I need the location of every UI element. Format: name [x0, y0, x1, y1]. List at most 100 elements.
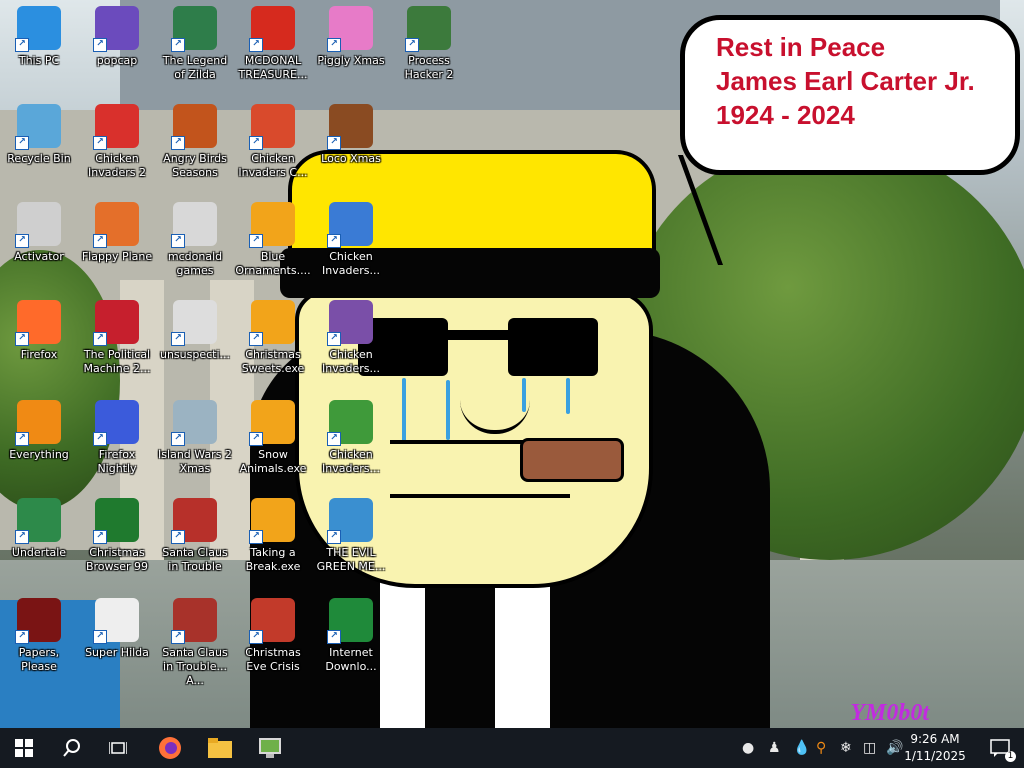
christmas-sweets-icon: ↗ — [249, 300, 295, 346]
desktop-icon-label: MCDONAL TREASURE... — [238, 54, 308, 81]
desktop-icon[interactable]: ↗ Blue Ornaments.... — [234, 202, 312, 278]
taskbar-firefox[interactable] — [148, 728, 192, 768]
shortcut-arrow-icon: ↗ — [327, 530, 341, 544]
shortcut-arrow-icon: ↗ — [249, 332, 263, 346]
shortcut-arrow-icon: ↗ — [171, 38, 185, 52]
desktop-icon[interactable]: ↗ Loco Xmas — [312, 104, 390, 166]
desktop-icon[interactable]: ↗ Recycle Bin — [0, 104, 78, 166]
bubble-line-3: 1924 - 2024 — [716, 100, 855, 130]
chicken-invaders-c-icon: ↗ — [249, 104, 295, 150]
desktop-icon[interactable]: ↗ unsuspecti... — [156, 300, 234, 362]
chicken-invaders-3-icon: ↗ — [327, 300, 373, 346]
search-icon — [63, 739, 80, 757]
this-pc-icon: ↗ — [15, 6, 61, 52]
desktop-icon[interactable]: ↗ Activator — [0, 202, 78, 264]
action-center-button[interactable]: 1 — [978, 728, 1022, 768]
desktop-icon[interactable]: ↗ Piggly Xmas — [312, 6, 390, 68]
tray-network-icon[interactable]: ◫ — [863, 740, 876, 756]
desktop-icon-label: popcap — [96, 54, 138, 67]
desktop-icon[interactable]: ↗ Taking a Break.exe — [234, 498, 312, 574]
desktop-icon[interactable]: ↗ Christmas Browser 99 — [78, 498, 156, 574]
desktop-icon[interactable]: ↗ Christmas Eve Crisis — [234, 598, 312, 674]
desktop-icon-label: Angry Birds Seasons — [163, 152, 227, 179]
desktop-icon-label: Loco Xmas — [321, 152, 381, 165]
desktop-icon-label: Blue Ornaments.... — [235, 250, 311, 277]
shortcut-arrow-icon: ↗ — [171, 136, 185, 150]
desktop-icon[interactable]: ↗ MCDONAL TREASURE... — [234, 6, 312, 82]
desktop-icon[interactable]: ↗ Everything — [0, 400, 78, 462]
taskbar-clock[interactable]: 9:26 AM 1/11/2025 — [900, 731, 970, 765]
desktop-icon[interactable]: ↗ Firefox — [0, 300, 78, 362]
desktop-icon[interactable]: ↗ Snow Animals.exe — [234, 400, 312, 476]
mcdonalds-icon: ↗ — [249, 6, 295, 52]
clock-time: 9:26 AM — [910, 732, 960, 746]
desktop-icon-label: Activator — [14, 250, 64, 263]
character-cigar — [520, 438, 624, 482]
desktop-icon[interactable]: ↗ Flappy Plane — [78, 202, 156, 264]
start-button[interactable] — [2, 728, 46, 768]
tray-everything-icon[interactable]: ⚲ — [816, 740, 826, 756]
desktop-icon[interactable]: ↗ Chicken Invaders... — [312, 202, 390, 278]
shortcut-arrow-icon: ↗ — [93, 530, 107, 544]
desktop-icon[interactable]: ↗ Firefox Nightly — [78, 400, 156, 476]
desktop-icon[interactable]: ↗ Chicken Invaders C... — [234, 104, 312, 180]
tray-users-icon[interactable]: ♟ — [768, 740, 781, 756]
desktop-icon-label: Christmas Browser 99 — [85, 546, 149, 573]
shortcut-arrow-icon: ↗ — [15, 136, 29, 150]
search-button[interactable] — [50, 728, 94, 768]
taskbar-app[interactable] — [248, 728, 292, 768]
desktop-icon[interactable]: ↗ Chicken Invaders 2 — [78, 104, 156, 180]
desktop-icon-label: Christmas Sweets.exe — [241, 348, 305, 375]
desktop-icon[interactable]: ↗ Santa Claus in Trouble... A... — [156, 598, 234, 688]
bubble-line-2: James Earl Carter Jr. — [716, 66, 975, 96]
desktop-icon-label: Everything — [9, 448, 69, 461]
desktop-icon-label: Chicken Invaders 2 — [88, 152, 146, 179]
desktop-icon[interactable]: ↗ Santa Claus in Trouble — [156, 498, 234, 574]
undertale-icon: ↗ — [15, 498, 61, 544]
desktop-icon[interactable]: ↗ Papers, Please — [0, 598, 78, 674]
desktop-icon[interactable]: ↗ Internet Downlo... — [312, 598, 390, 674]
desktop-icon-label: Firefox — [20, 348, 58, 361]
desktop-icon-label: Firefox Nightly — [97, 448, 137, 475]
tray-drop-icon[interactable]: 💧 — [793, 740, 810, 756]
desktop-icon-label: The Legend of Zilda — [162, 54, 228, 81]
unsuspecting-icon: ↗ — [171, 300, 217, 346]
desktop-icon-label: The Political Machine 2... — [83, 348, 151, 375]
desktop-icon[interactable]: ↗ THE EVIL GREEN ME... — [312, 498, 390, 574]
desktop-icon-label: Undertale — [11, 546, 67, 559]
tray-network-globe-icon[interactable]: ● — [742, 740, 754, 756]
desktop-icon[interactable]: ↗ mcdonald games — [156, 202, 234, 278]
desktop-icon-label: Process Hacker 2 — [404, 54, 454, 81]
character-tear — [402, 378, 406, 442]
desktop-icon[interactable]: ↗ Super Hilda — [78, 598, 156, 660]
desktop-icon[interactable]: ↗ This PC — [0, 6, 78, 68]
desktop-icon[interactable]: ↗ Island Wars 2 Xmas — [156, 400, 234, 476]
desktop-icon[interactable]: ↗ Undertale — [0, 498, 78, 560]
shortcut-arrow-icon: ↗ — [327, 136, 341, 150]
desktop-icon[interactable]: ↗ Process Hacker 2 — [390, 6, 468, 82]
blue-ornaments-icon: ↗ — [249, 202, 295, 248]
shortcut-arrow-icon: ↗ — [249, 136, 263, 150]
desktop-icon[interactable]: ↗ popcap — [78, 6, 156, 68]
desktop-icon[interactable]: ↗ The Political Machine 2... — [78, 300, 156, 376]
chicken-invaders-icon: ↗ — [93, 104, 139, 150]
desktop-icon[interactable]: ↗ Angry Birds Seasons — [156, 104, 234, 180]
internet-download-icon: ↗ — [327, 598, 373, 644]
desktop-icon-label: Recycle Bin — [7, 152, 71, 165]
tray-snowflake-icon[interactable]: ❄ — [840, 740, 852, 756]
shortcut-arrow-icon: ↗ — [249, 630, 263, 644]
task-view-button[interactable] — [96, 728, 140, 768]
folder-icon — [208, 738, 232, 758]
legend-of-zilda-icon: ↗ — [171, 6, 217, 52]
desktop-icon[interactable]: ↗ Christmas Sweets.exe — [234, 300, 312, 376]
desktop-icon[interactable]: ↗ The Legend of Zilda — [156, 6, 234, 82]
activator-icon: ↗ — [15, 202, 61, 248]
desktop-icon[interactable]: ↗ Chicken Invaders... — [312, 400, 390, 476]
piggly-xmas-icon: ↗ — [327, 6, 373, 52]
shortcut-arrow-icon: ↗ — [249, 38, 263, 52]
desktop-icon[interactable]: ↗ Chicken Invaders... — [312, 300, 390, 376]
shortcut-arrow-icon: ↗ — [327, 234, 341, 248]
clock-date: 1/11/2025 — [904, 749, 966, 763]
taskbar-file-explorer[interactable] — [198, 728, 242, 768]
desktop-icon-label: Super Hilda — [85, 646, 149, 659]
